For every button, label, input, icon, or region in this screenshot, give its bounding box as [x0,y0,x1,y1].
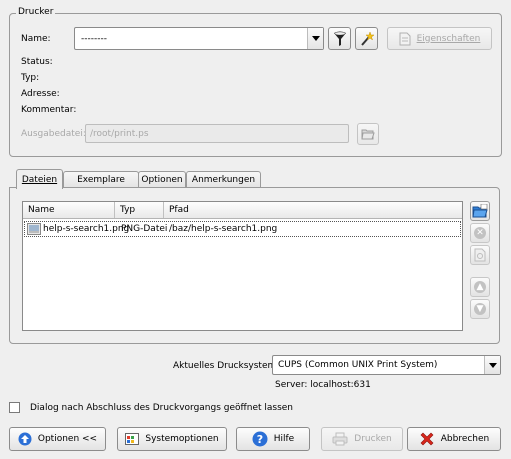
file-list-header: Name Typ Pfad [23,202,462,219]
tab-copies-label: Exemplare [77,175,125,185]
file-type-cell: PNG-Datei [121,224,168,234]
file-name-cell: help-s-search1.png [43,224,130,234]
print-system-select[interactable]: CUPS (Common UNIX Print System) [272,355,501,375]
tab-annotations-label: Anmerkungen [191,175,256,185]
name-label: Name: [21,34,51,44]
keep-dialog-checkbox[interactable] [9,402,20,413]
printer-filter-button[interactable] [328,27,351,50]
up-arrow-icon [18,432,32,446]
cancel-icon [420,432,434,446]
output-file-input[interactable]: /root/print.ps [85,124,349,143]
properties-label: Eigenschaften [416,33,481,44]
wand-icon [360,30,375,46]
print-system-label: Aktuelles Drucksystem: [173,361,280,371]
keep-dialog-label: Dialog nach Abschluss des Druckvorgangs … [30,403,293,413]
properties-button[interactable]: Eigenschaften [387,27,492,50]
down-arrow-icon: ▼ [474,303,486,315]
system-settings-icon [125,433,140,445]
remove-icon: ✕ [474,227,486,239]
printer-select-value: -------- [81,34,107,44]
printer-wizard-button[interactable] [355,27,378,50]
tab-options[interactable]: Optionen [138,171,186,188]
svg-text:?: ? [257,433,263,446]
browse-file-button[interactable] [357,123,379,145]
output-file-value: /root/print.ps [90,129,149,139]
server-info: Server: localhost:631 [275,380,371,390]
preview-file-button[interactable] [470,245,490,265]
system-options-label: Systemoptionen [145,434,219,444]
options-toggle-label: Optionen << [37,434,98,444]
printer-select[interactable]: -------- [74,27,324,50]
print-system-value: CUPS (Common UNIX Print System) [278,360,438,370]
image-file-icon [27,223,41,240]
column-type[interactable]: Typ [115,202,164,218]
printer-icon [332,432,348,446]
cancel-label: Abbrechen [440,434,490,444]
add-file-button[interactable] [470,201,490,221]
folder-open-icon [361,129,375,140]
preview-icon [474,248,486,262]
move-down-button[interactable]: ▼ [470,299,490,319]
chevron-down-icon [484,356,500,374]
column-path[interactable]: Pfad [164,202,462,218]
address-label: Adresse: [21,89,60,99]
tab-annotations[interactable]: Anmerkungen [186,171,261,188]
tab-options-label: Optionen [141,175,183,185]
print-label: Drucken [354,434,392,444]
system-options-button[interactable]: Systemoptionen [117,427,227,451]
options-toggle-button[interactable]: Optionen << [9,427,106,451]
status-label: Status: [21,57,53,67]
tab-files[interactable]: Dateien [16,169,63,189]
output-file-label: Ausgabedatei: [21,129,86,139]
column-name[interactable]: Name [23,202,115,218]
tab-copies[interactable]: Exemplare [63,171,139,188]
printer-group-title: Drucker [16,7,56,17]
help-icon: ? [252,431,268,447]
help-label: Hilfe [273,434,295,444]
add-file-icon [472,204,488,218]
chevron-down-icon [307,28,323,49]
comment-label: Kommentar: [21,105,77,115]
table-row[interactable]: help-s-search1.png PNG-Datei /baz/help-s… [24,221,461,237]
help-button[interactable]: ? Hilfe [236,427,310,451]
cancel-button[interactable]: Abbrechen [407,427,501,451]
filter-icon [333,31,346,46]
tab-files-label: Dateien [21,174,58,185]
print-button[interactable]: Drucken [321,427,403,451]
document-icon [399,32,411,45]
type-label: Typ: [21,73,40,83]
file-list[interactable]: Name Typ Pfad help-s-search1.png PNG-Dat… [22,201,463,331]
file-path-cell: /baz/help-s-search1.png [169,224,278,234]
remove-file-button[interactable]: ✕ [470,223,490,243]
move-up-button[interactable]: ▲ [470,277,490,297]
up-arrow-icon: ▲ [474,281,486,293]
